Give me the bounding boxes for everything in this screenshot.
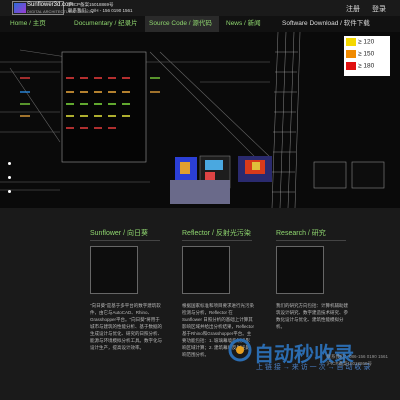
slider-dot[interactable] [8,176,11,179]
legend-item: ≥ 180 [346,62,374,70]
legend-label: ≥ 150 [358,50,375,58]
column-text: "向日葵"是基于多平台的数字建筑软件，由它与AutoCAD、Rhino、Gras… [90,303,162,350]
divider [90,240,160,241]
rendering-thumb [170,180,230,204]
footer-phone: 联系我们：086-156 0190 1561 [326,354,388,359]
header-contact: 联系我们：Q/H - 156 0190 1561 [68,8,133,13]
header-info: 沪ICP备案15018869号 联系我们：Q/H - 156 0190 1561 [68,2,133,14]
nav-news[interactable]: News / 新闻 [222,16,274,32]
legend-item: ≥ 150 [346,50,374,58]
slider-dot[interactable] [8,162,11,165]
column-title[interactable]: Research / 研究 [276,228,326,238]
divider [276,240,346,241]
nav-software-download[interactable]: Software Download / 软件下载 [278,16,390,32]
nav-home-label: Home / 主页 [10,20,46,27]
column-image[interactable] [90,246,138,294]
nav-software-download-label: Software Download / 软件下载 [282,20,370,27]
thumbnail-4[interactable] [313,161,347,189]
logo-title: Sunflower3d.com [27,2,74,8]
watermark-logo-icon [228,338,252,362]
column-image[interactable] [182,246,230,294]
legend-item: ≥ 120 [346,38,374,46]
legend-swatch-red [346,62,356,70]
nav-documentary-label: Documentary / 纪录片 [74,20,138,27]
logo-mark-icon [14,3,26,13]
nav-documentary[interactable]: Documentary / 纪录片 [70,16,142,32]
nav-source-code[interactable]: Source Code / 源代码 [145,16,219,32]
hero-banner: ≥ 120 ≥ 150 ≥ 180 [0,32,400,208]
login-link[interactable]: 登录 [372,4,386,14]
register-link[interactable]: 注册 [346,4,360,14]
main-nav: Home / 主页 Documentary / 纪录片 Source Code … [0,16,400,32]
column-title[interactable]: Sunflower / 向日葵 [90,228,148,238]
nav-news-label: News / 新闻 [226,20,261,27]
legend-label: ≥ 180 [358,62,375,70]
analysis-panel [61,51,147,163]
footer-icp: 沪ICP备案15018869号 [326,361,372,366]
nav-source-code-label: Source Code / 源代码 [149,20,212,27]
column-title[interactable]: Reflector / 反射光污染 [182,228,251,238]
legend-label: ≥ 120 [358,38,375,46]
column-text: 我们的研究方向包括：计算机辅助建筑设计研究、数字建造技术研究、参数化设计与优化、… [276,303,348,329]
column-image[interactable] [276,246,324,294]
thumbnail-5[interactable] [351,161,385,189]
tower-mesh [271,32,301,208]
legend-box: ≥ 120 ≥ 150 ≥ 180 [344,36,390,76]
divider [182,240,252,241]
top-bar: Sunflower3d.com DIGITAL ARCHITECTURAL DE… [0,0,400,16]
site-logo[interactable]: Sunflower3d.com DIGITAL ARCHITECTURAL DE… [12,1,93,15]
hero-visualization [0,32,385,208]
slider-dot[interactable] [8,190,11,193]
nav-home[interactable]: Home / 主页 [6,16,68,32]
legend-swatch-orange [346,50,356,58]
legend-swatch-yellow [346,38,356,46]
footer-contact: 联系我们：086-156 0190 1561 沪ICP备案15018869号 [326,353,388,367]
